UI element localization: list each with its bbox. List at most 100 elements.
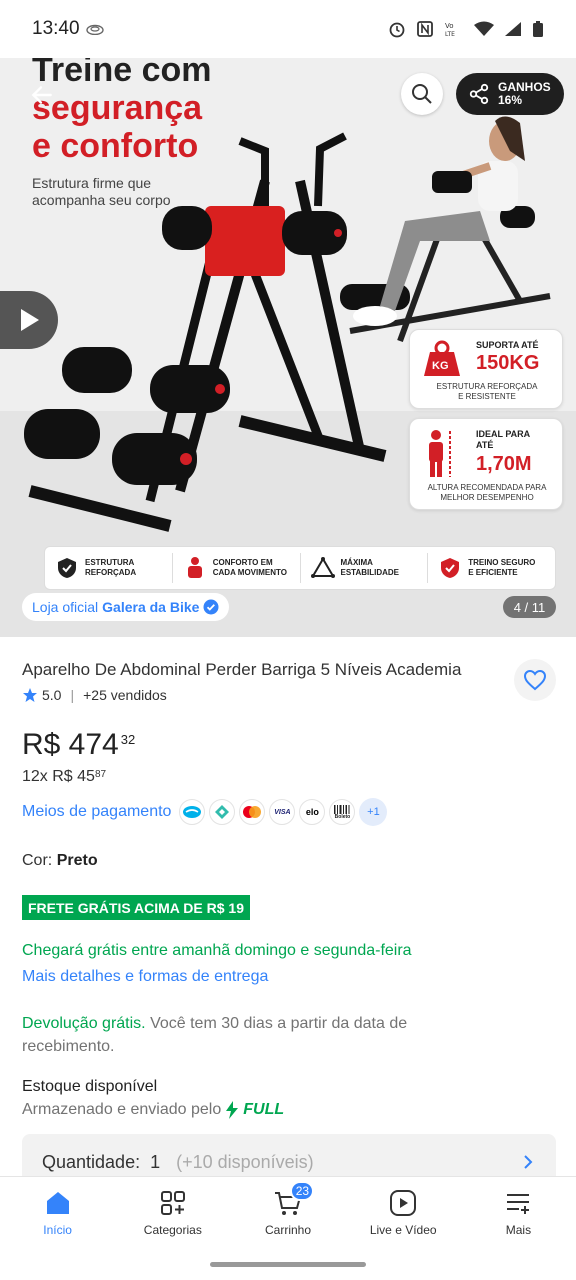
nfc-icon — [417, 21, 433, 37]
product-image-gallery[interactable]: Treine com segurança e conforto Estrutur… — [0, 31, 576, 637]
features-strip: ESTRUTURA REFORÇADA CONFORTO EM CADA MOV… — [44, 546, 556, 590]
categories-icon — [160, 1191, 185, 1215]
color-label: Cor: — [22, 852, 53, 869]
back-button[interactable] — [22, 75, 62, 115]
play-icon — [21, 309, 39, 331]
triangle-icon — [310, 557, 335, 578]
more-payment-methods[interactable]: +1 — [359, 798, 388, 826]
price: R$ 474 32 — [22, 728, 135, 762]
share-icon — [469, 83, 489, 105]
returns-bold: Devolução grátis. — [22, 1015, 146, 1032]
price-cents: 32 — [120, 732, 136, 747]
sold-count: +25 vendidos — [83, 687, 167, 703]
volte-icon: VoLTE — [445, 22, 455, 38]
visa-icon: VISA — [269, 799, 296, 825]
nav-label-live-video: Live e Vídeo — [369, 1223, 437, 1237]
share-earnings-button[interactable]: GANHOS 16% — [456, 73, 564, 115]
wifi-icon — [474, 21, 494, 36]
arrival-info: Chegará grátis entre amanhã domingo e se… — [22, 942, 412, 959]
product-title: Aparelho De Abdominal Perder Barriga 5 N… — [22, 660, 462, 679]
promo-subtitle: Estrutura firme que acompanha seu corpo — [32, 175, 171, 208]
nav-label-more: Mais — [505, 1223, 532, 1237]
returns-info: Devolução grátis. Você tem 30 dias a par… — [22, 1012, 502, 1058]
delivery-details-link[interactable]: Mais detalhes e formas de entrega — [22, 968, 268, 986]
chevron-right-icon — [524, 1155, 533, 1169]
weight-icon-text: KG — [432, 360, 449, 372]
rating-row[interactable]: 5.0 | +25 vendidos — [22, 687, 167, 703]
share-label: GANHOS 16% — [498, 81, 551, 107]
stock-sub-text: Armazenado e enviado pelo — [22, 1101, 222, 1118]
store-name: Galera da Bike — [102, 599, 200, 615]
quantity-value: 1 — [150, 1151, 161, 1172]
promo-headline: Treine com segurança e conforto — [32, 51, 212, 165]
elo-icon: elo — [299, 799, 326, 825]
promo-line-3: e conforto — [32, 127, 199, 165]
installment-cents: 87 — [94, 769, 107, 780]
home-indicator[interactable] — [210, 1262, 366, 1267]
payment-methods-link[interactable]: Meios de pagamento — [22, 803, 171, 821]
nav-label-cart: Carrinho — [264, 1223, 312, 1237]
feature-label: ESTRUTURA REFORÇADA — [85, 558, 137, 577]
lightning-icon — [226, 1101, 239, 1119]
stock-subtitle: Armazenado e enviado pelo FULL — [22, 1101, 284, 1119]
spec2-title: IDEAL PARA ATÉ — [476, 429, 530, 450]
status-bar: 13:40 Vo LTE — [0, 0, 576, 58]
feature-item: MÁXIMA ESTABILIDADE — [301, 553, 429, 583]
video-play-icon — [390, 1190, 417, 1216]
rating-divider: | — [70, 687, 75, 703]
battery-icon — [533, 21, 543, 37]
arrow-left-icon — [31, 86, 52, 104]
nav-label-categories: Categorias — [143, 1223, 202, 1237]
search-icon — [412, 84, 432, 104]
status-icons: Vo LTE — [388, 20, 544, 38]
free-shipping-badge: FRETE GRÁTIS ACIMA DE R$ 19 — [22, 895, 250, 920]
image-counter: 4 / 11 — [503, 596, 556, 618]
play-video-button[interactable] — [0, 291, 58, 349]
boleto-label: Boleto — [334, 813, 351, 820]
mercado-pago-icon — [179, 799, 206, 825]
favorite-button[interactable] — [514, 659, 556, 701]
boleto-icon: Boleto — [329, 799, 356, 825]
spec2-value: 1,70M — [476, 453, 532, 475]
verified-icon — [203, 599, 219, 615]
svg-text:Vo: Vo — [445, 22, 454, 30]
heart-icon — [523, 669, 547, 691]
spec2-foot: ALTURA RECOMENDADA PARA MELHOR DESEMPENH… — [427, 483, 547, 502]
mastercard-icon — [239, 799, 266, 825]
stock-title: Estoque disponível — [22, 1078, 158, 1095]
signal-icon — [505, 22, 521, 36]
alarm-icon — [389, 22, 405, 38]
feature-item: ESTRUTURA REFORÇADA — [45, 553, 173, 583]
home-icon — [46, 1192, 69, 1214]
spec1-foot: ESTRUTURA REFORÇADA E RESISTENTE — [436, 382, 538, 401]
pix-icon — [209, 799, 236, 825]
payment-methods-row[interactable]: Meios de pagamento VISA elo Boleto +1 — [22, 798, 388, 826]
shield-check-icon — [441, 558, 460, 578]
feature-label: MÁXIMA ESTABILIDADE — [340, 558, 400, 577]
person-height-icon — [429, 430, 451, 477]
svg-text:LTE: LTE — [445, 31, 455, 38]
share-percent: 16% — [498, 93, 523, 107]
status-time-group: 13:40 — [32, 18, 104, 40]
menu-plus-icon — [507, 1194, 530, 1214]
cloud-icon — [85, 24, 104, 35]
feature-label: CONFORTO EM CADA MOVIMENTO — [212, 558, 287, 577]
cart-count-badge: 23 — [290, 1181, 315, 1201]
rating-score: 5.0 — [42, 687, 62, 703]
color-value: Preto — [56, 852, 98, 869]
nav-item-more[interactable]: Mais — [461, 1177, 576, 1280]
shield-icon — [58, 558, 76, 578]
feature-label: TREINO SEGURO E EFICIENTE — [468, 558, 536, 577]
search-button[interactable] — [401, 73, 443, 115]
installment-main: 12x R$ 45 — [22, 768, 95, 785]
official-store-badge[interactable]: Loja oficial Galera da Bike — [22, 593, 230, 621]
star-icon — [23, 688, 37, 702]
person-icon — [187, 557, 202, 578]
installment: 12x R$ 45 87 — [22, 768, 106, 786]
feature-item: CONFORTO EM CADA MOVIMENTO — [173, 553, 301, 583]
price-main: R$ 474 — [22, 728, 119, 761]
spec1-title: SUPORTA ATÉ — [476, 340, 539, 350]
nav-item-home[interactable]: Início — [0, 1177, 115, 1280]
feature-item: TREINO SEGURO E EFICIENTE — [428, 553, 555, 583]
spec-card-height: IDEAL PARA ATÉ 1,70M ALTURA RECOMENDADA … — [409, 418, 563, 510]
